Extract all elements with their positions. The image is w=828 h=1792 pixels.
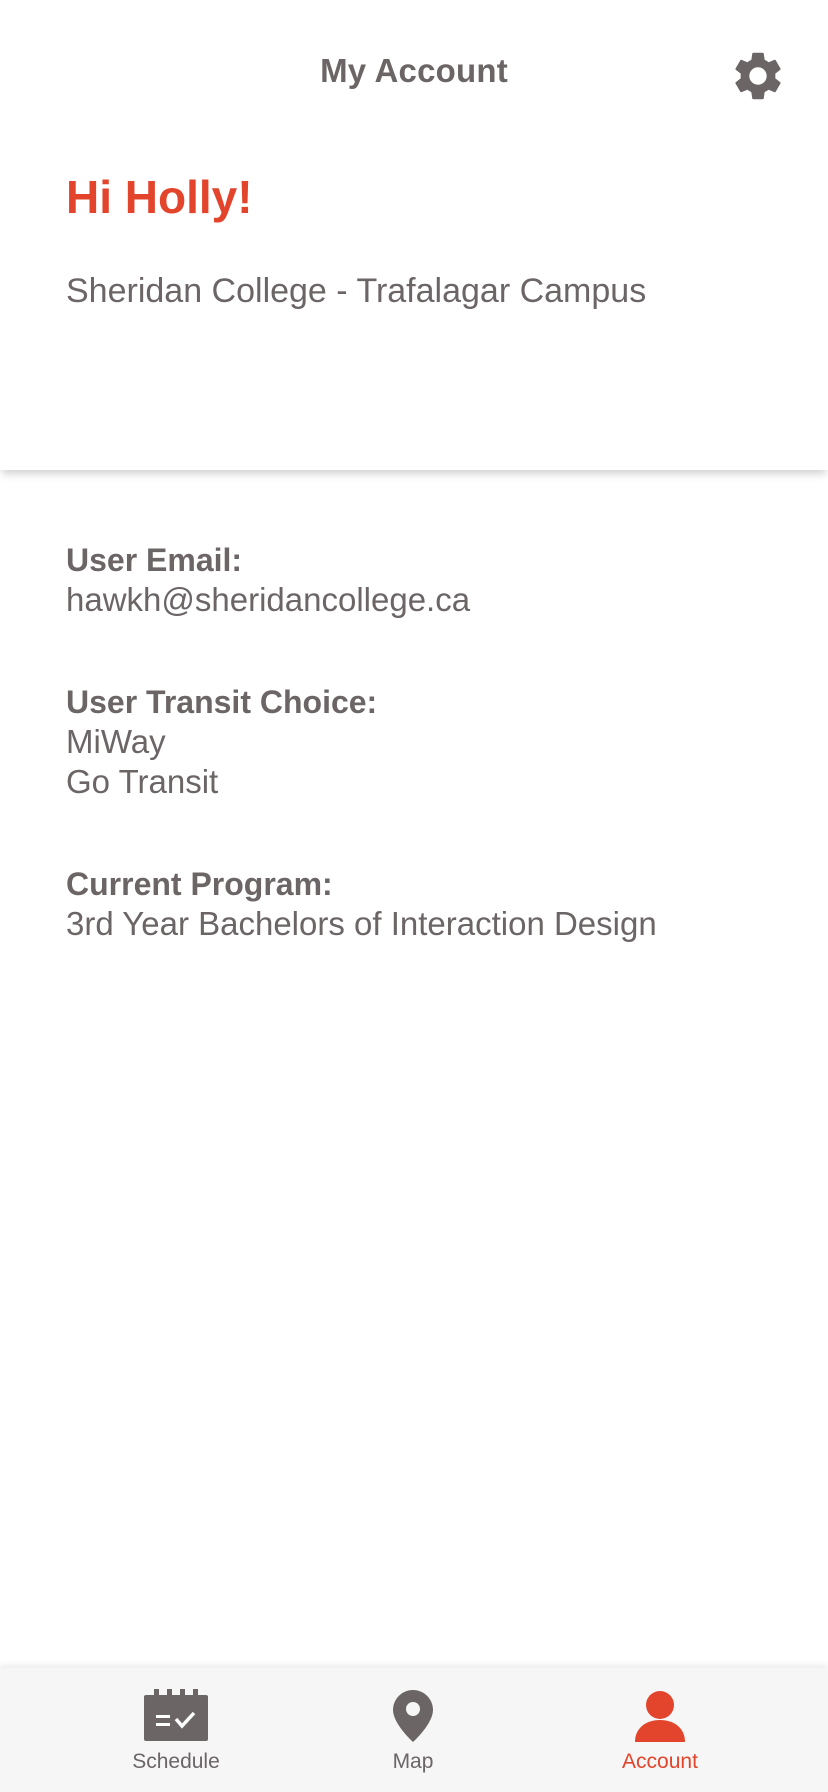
person-icon: [635, 1691, 685, 1742]
account-screen: My Account Hi Holly! Sheridan College - …: [0, 0, 828, 1792]
nav-label-account: Account: [622, 1750, 698, 1773]
account-header-card: My Account Hi Holly! Sheridan College - …: [0, 0, 828, 470]
map-pin-icon: [393, 1690, 433, 1742]
email-section: User Email: hawkh@sheridancollege.ca: [66, 540, 788, 620]
transit-value-go-transit: Go Transit: [66, 763, 219, 800]
calendar-check-icon: [144, 1689, 208, 1741]
bottom-nav: Schedule Map Account: [0, 1668, 828, 1792]
gear-icon: [735, 52, 781, 100]
nav-label-map: Map: [392, 1750, 434, 1773]
transit-label: User Transit Choice:: [66, 684, 378, 720]
nav-icon-wrap: [378, 1686, 448, 1746]
nav-label-schedule: Schedule: [132, 1750, 220, 1773]
nav-icon-wrap: [625, 1686, 695, 1746]
nav-icon-wrap: [141, 1686, 211, 1746]
account-details: User Email: hawkh@sheridancollege.ca Use…: [66, 540, 788, 1006]
settings-button[interactable]: [728, 46, 788, 106]
page-title: My Account: [320, 52, 508, 89]
transit-value-miway: MiWay: [66, 723, 166, 760]
campus-name: Sheridan College - Trafalagar Campus: [66, 272, 647, 310]
program-value: 3rd Year Bachelors of Interaction Design: [66, 905, 657, 942]
transit-section: User Transit Choice: MiWay Go Transit: [66, 682, 788, 802]
email-label: User Email:: [66, 542, 243, 578]
nav-item-map[interactable]: Map: [323, 1686, 503, 1786]
program-label: Current Program:: [66, 866, 333, 902]
email-value: hawkh@sheridancollege.ca: [66, 581, 471, 618]
program-section: Current Program: 3rd Year Bachelors of I…: [66, 864, 788, 944]
nav-item-schedule[interactable]: Schedule: [86, 1686, 266, 1786]
greeting-heading: Hi Holly!: [66, 171, 253, 223]
nav-item-account[interactable]: Account: [570, 1686, 750, 1786]
